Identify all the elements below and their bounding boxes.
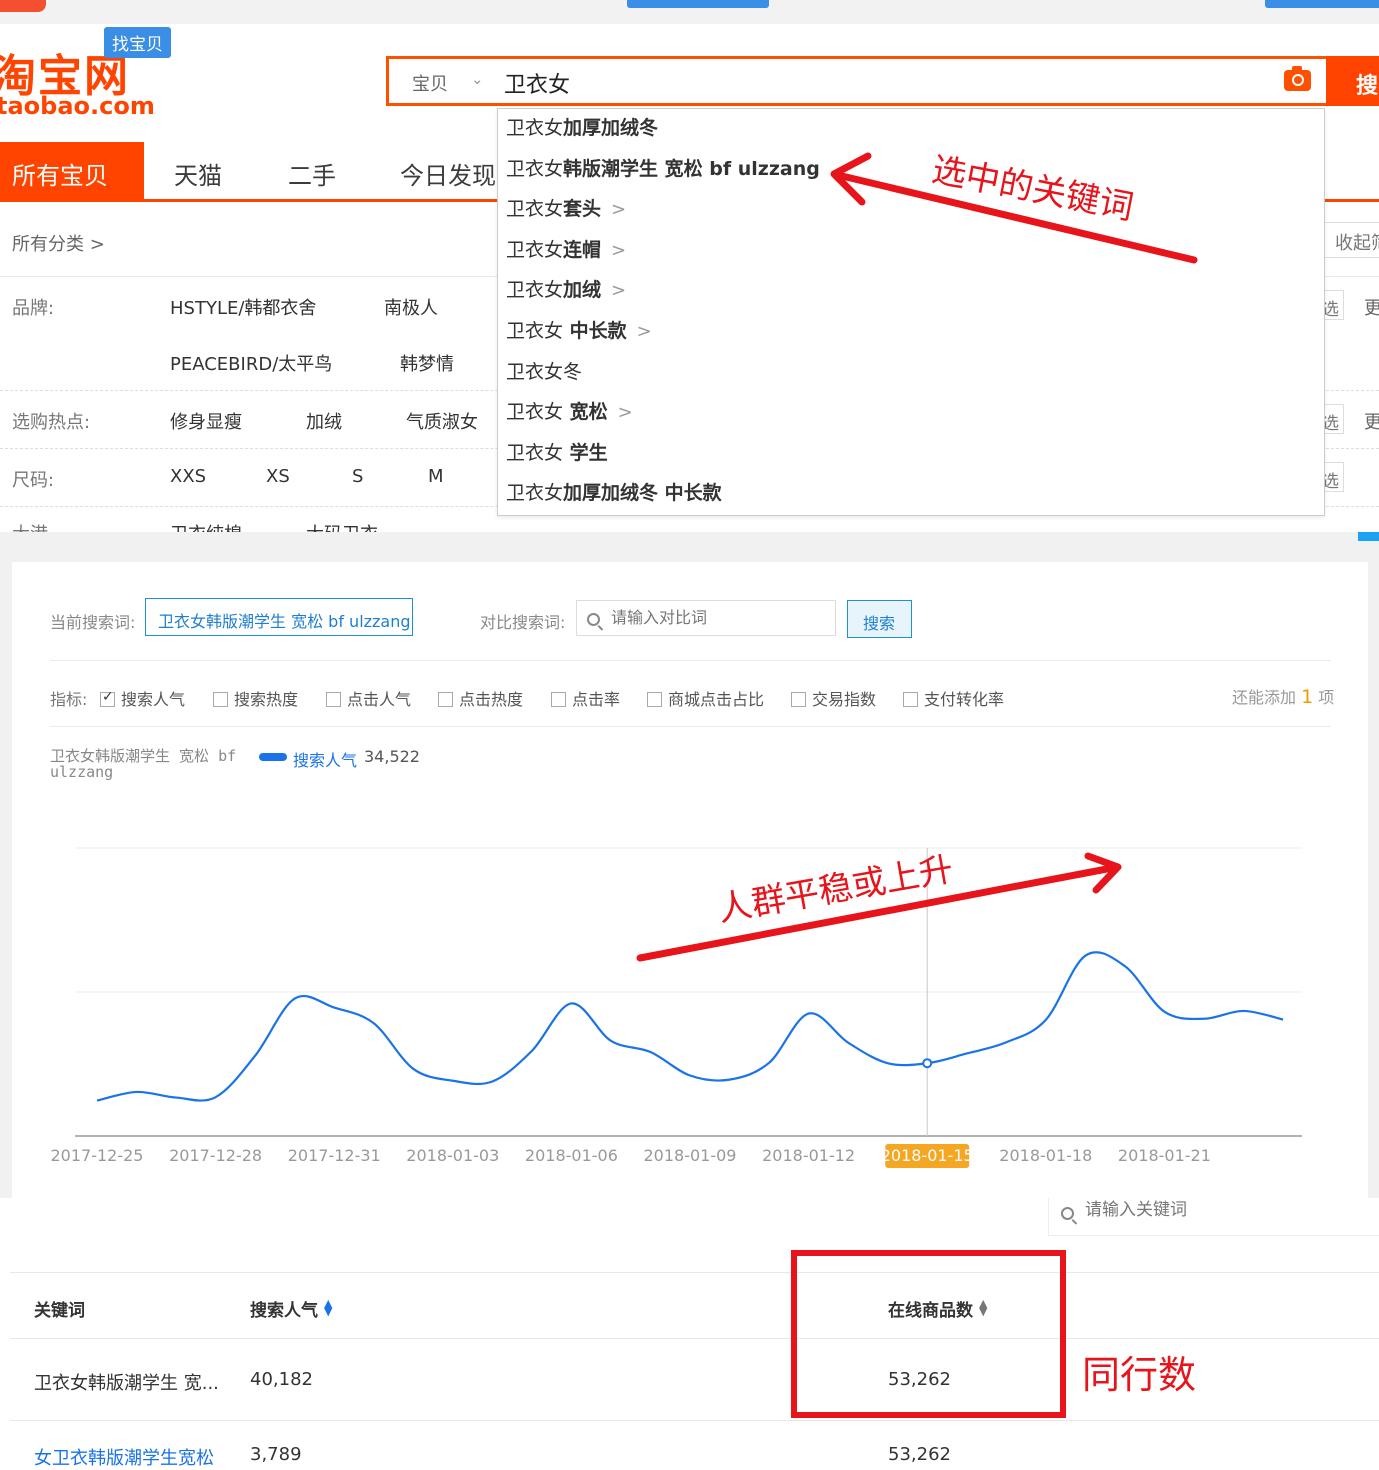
table-cell-keyword[interactable]: 女卫衣韩版潮学生宽松 (34, 1444, 214, 1470)
column-popularity[interactable]: 搜索人气 ▲ ▼ (250, 1296, 332, 1321)
keyword-search-input[interactable] (1085, 1200, 1365, 1220)
checkbox-icon[interactable] (213, 692, 228, 707)
x-tick-label: 2018-01-18 (999, 1146, 1092, 1165)
compare-term-field[interactable] (576, 600, 836, 636)
checkbox-checked-icon[interactable] (100, 689, 115, 707)
x-tick-label: 2017-12-25 (51, 1146, 144, 1165)
legend-swatch[interactable] (259, 753, 287, 761)
x-tick-label: 2018-01-06 (525, 1146, 618, 1165)
x-tick-label: 2018-01-12 (762, 1146, 855, 1165)
compare-term-input[interactable] (611, 608, 821, 627)
legend-series-name[interactable]: 搜索人气 (293, 747, 357, 771)
annotation-arrow-trend (636, 852, 1122, 962)
legend-series-value: 34,522 (364, 747, 420, 766)
metric-checkbox[interactable]: 交易指数 (791, 686, 876, 710)
checkbox-icon[interactable] (647, 692, 662, 707)
taobao-search-area: 淘宝网 taobao.com 找宝贝 宝贝 ⌄ 搜 所有宝贝 天猫 二手 今日发… (0, 0, 1379, 532)
x-tick-label: 2018-01-03 (406, 1146, 499, 1165)
hover-point (922, 1058, 933, 1069)
compare-search-button[interactable]: 搜索 (847, 600, 912, 638)
current-term-label: 当前搜索词: (50, 613, 136, 632)
checkbox-icon[interactable] (551, 692, 566, 707)
search-icon (1061, 1207, 1074, 1220)
table-cell-keyword[interactable]: 卫衣女韩版潮学生 宽... (34, 1369, 219, 1395)
annotation-arrow-selected (830, 152, 1198, 264)
metric-checkbox[interactable]: 商城点击占比 (647, 686, 764, 710)
x-tick-label: 2017-12-28 (169, 1146, 262, 1165)
table-cell-popularity: 40,182 (250, 1369, 313, 1390)
checkbox-icon[interactable] (791, 692, 806, 707)
x-tick-label: 2018-01-15 (881, 1146, 974, 1165)
metric-checkbox[interactable]: 点击率 (551, 686, 620, 710)
metric-checkbox[interactable]: 支付转化率 (903, 686, 1004, 710)
table-cell-online-items: 53,262 (888, 1444, 951, 1465)
metrics-label: 指标: (50, 690, 88, 709)
checkbox-icon[interactable] (438, 692, 453, 707)
table-cell-popularity: 3,789 (250, 1444, 302, 1465)
column-keyword: 关键词 (34, 1301, 85, 1321)
current-term-tag[interactable]: 卫衣女韩版潮学生 宽松 bf ulzzang (145, 598, 413, 636)
keyword-search-field[interactable] (1048, 1198, 1379, 1236)
x-tick-label: 2018-01-21 (1118, 1146, 1211, 1165)
sort-icon[interactable]: ▲ ▼ (324, 1298, 332, 1317)
legend-term: 卫衣女韩版潮学生 宽松 bf ulzzang (50, 747, 237, 781)
checkbox-icon[interactable] (903, 692, 918, 707)
search-icon (587, 613, 600, 626)
annotation-competitors: 同行数 (1082, 1353, 1197, 1397)
x-tick-label: 2017-12-31 (288, 1146, 381, 1165)
add-note: 还能添加 1 项 (1232, 686, 1335, 708)
keyword-table-area (0, 1198, 1379, 1458)
x-tick-label: 2018-01-09 (644, 1146, 737, 1165)
metric-checkbox[interactable]: 点击热度 (438, 686, 523, 710)
metric-checkbox[interactable]: 点击人气 (326, 686, 411, 710)
metric-checkbox[interactable]: 搜索人气 (100, 686, 185, 710)
metric-checkbox[interactable]: 搜索热度 (213, 686, 298, 710)
compare-term-label: 对比搜索词: (480, 613, 566, 632)
checkbox-icon[interactable] (326, 692, 341, 707)
annotation-box-online-items (791, 1250, 1066, 1418)
